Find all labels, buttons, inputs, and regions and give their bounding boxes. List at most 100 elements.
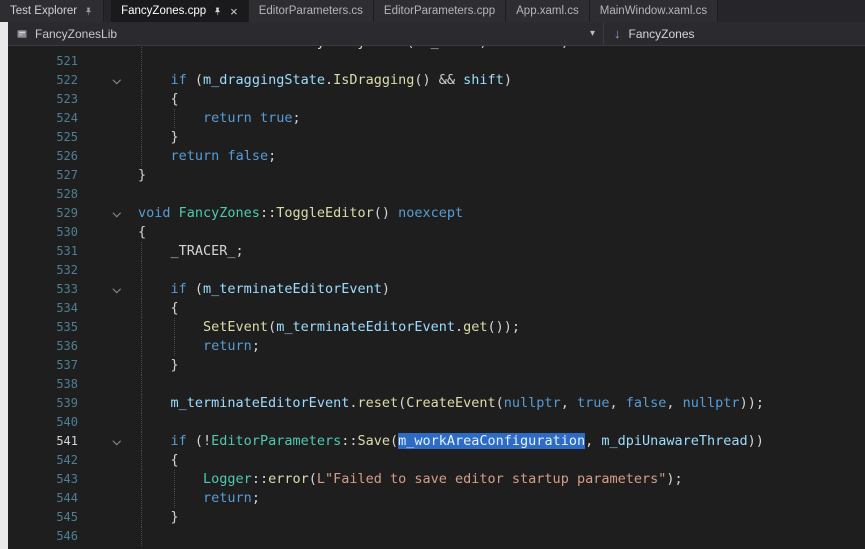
code-text: SetEvent(m_terminateEditorEvent.get()); xyxy=(138,318,865,337)
code-text xyxy=(138,527,865,546)
code-text: { xyxy=(138,223,865,242)
line-number: 530 xyxy=(8,223,88,242)
tab-EditorParameters.cpp[interactable]: EditorParameters.cpp xyxy=(374,0,506,22)
project-name: FancyZonesLib xyxy=(35,27,117,41)
fold-margin xyxy=(88,223,138,242)
indent-guide xyxy=(141,261,142,280)
tab-EditorParameters.cs[interactable]: EditorParameters.cs xyxy=(249,0,374,22)
close-icon[interactable]: × xyxy=(230,5,238,18)
code-line-539: 539 m_terminateEditorEvent.reset(CreateE… xyxy=(8,394,865,413)
indent-guide xyxy=(174,109,175,128)
fold-chevron-icon[interactable] xyxy=(88,432,138,451)
line-number: 524 xyxy=(8,109,88,128)
tool-window-scrollbar[interactable] xyxy=(0,22,8,549)
indent-guide xyxy=(141,527,142,546)
code-line-541: 541 if (!EditorParameters::Save(m_workAr… xyxy=(8,432,865,451)
code-line-525: 525 } xyxy=(8,128,865,147)
code-text xyxy=(138,185,865,204)
code-line-528: 528 xyxy=(8,185,865,204)
line-number: 529 xyxy=(8,204,88,223)
code-line-540: 540 xyxy=(8,413,865,432)
code-line-523: 523 { xyxy=(8,90,865,109)
tab-App.xaml.cs[interactable]: App.xaml.cs xyxy=(506,0,590,22)
code-text: return; xyxy=(138,337,865,356)
line-number: 540 xyxy=(8,413,88,432)
code-line-530: 530 { xyxy=(8,223,865,242)
line-number: 532 xyxy=(8,261,88,280)
code-text xyxy=(138,413,865,432)
tab-label: FancyZones.cpp xyxy=(121,5,206,17)
tab-label: EditorParameters.cs xyxy=(259,5,363,17)
indent-guide xyxy=(174,318,175,337)
indent-guide xyxy=(141,432,142,451)
code-line-537: 537 } xyxy=(8,356,865,375)
fold-chevron-icon[interactable] xyxy=(88,280,138,299)
code-text: } xyxy=(138,166,865,185)
code-text xyxy=(138,261,865,280)
tab-test-explorer[interactable]: Test Explorer xyxy=(0,0,104,22)
code-line-546: 546 xyxy=(8,527,865,546)
fold-margin xyxy=(88,318,138,337)
fold-margin xyxy=(88,147,138,166)
code-line-531: 531 _TRACER_; xyxy=(8,242,865,261)
tab-label: Test Explorer xyxy=(10,5,77,17)
pin-icon[interactable] xyxy=(213,7,222,16)
code-line-536: 536 return; xyxy=(8,337,865,356)
code-text: { xyxy=(138,299,865,318)
code-editor[interactable]: 520 bool shift = GetAsyncKeyState(VK_SHI… xyxy=(8,46,865,549)
code-line-529: 529 void FancyZones::ToggleEditor() noexc… xyxy=(8,204,865,223)
tab-label: EditorParameters.cpp xyxy=(384,5,495,17)
code-text xyxy=(138,52,865,71)
code-text: return true; xyxy=(138,109,865,128)
fold-margin xyxy=(88,261,138,280)
code-line-533: 533 if (m_terminateEditorEvent) xyxy=(8,280,865,299)
code-text: } xyxy=(138,508,865,527)
fold-margin xyxy=(88,242,138,261)
line-number: 525 xyxy=(8,128,88,147)
line-number: 523 xyxy=(8,90,88,109)
line-number: 528 xyxy=(8,185,88,204)
line-number: 535 xyxy=(8,318,88,337)
fold-margin xyxy=(88,299,138,318)
line-number: 545 xyxy=(8,508,88,527)
fold-margin xyxy=(88,128,138,147)
line-number: 543 xyxy=(8,470,88,489)
code-line-522: 522 if (m_draggingState.IsDragging() && … xyxy=(8,71,865,90)
project-dropdown[interactable]: FancyZonesLib ▾ xyxy=(8,22,603,45)
fold-margin xyxy=(88,508,138,527)
fold-margin xyxy=(88,337,138,356)
code-line-524: 524 return true; xyxy=(8,109,865,128)
code-line-526: 526 return false; xyxy=(8,147,865,166)
line-number: 542 xyxy=(8,451,88,470)
tab-FancyZones.cpp[interactable]: FancyZones.cpp × xyxy=(111,0,249,22)
arrow-down-icon: ↓ xyxy=(614,26,621,41)
code-line-535: 535 SetEvent(m_terminateEditorEvent.get(… xyxy=(8,318,865,337)
code-line-542: 542 { xyxy=(8,451,865,470)
tab-MainWindow.xaml.cs[interactable]: MainWindow.xaml.cs xyxy=(590,0,718,22)
fold-margin xyxy=(88,489,138,508)
indent-guide xyxy=(141,318,142,337)
code-line-532: 532 xyxy=(8,261,865,280)
member-dropdown[interactable]: ↓ FancyZones xyxy=(603,22,865,45)
fold-chevron-icon[interactable] xyxy=(88,71,138,90)
code-lines: 520 bool shift = GetAsyncKeyState(VK_SHI… xyxy=(8,46,865,546)
selected-text[interactable]: m_workAreaConfiguration xyxy=(398,433,585,449)
indent-guide xyxy=(174,470,175,489)
indent-guide xyxy=(174,337,175,356)
indent-guide xyxy=(141,337,142,356)
fold-chevron-icon[interactable] xyxy=(88,204,138,223)
code-text: { xyxy=(138,451,865,470)
indent-guide xyxy=(141,71,142,90)
line-number: 544 xyxy=(8,489,88,508)
chevron-down-icon[interactable]: ▾ xyxy=(590,28,595,39)
pin-icon[interactable] xyxy=(84,7,93,16)
code-line-544: 544 return; xyxy=(8,489,865,508)
indent-guide xyxy=(141,375,142,394)
line-number: 538 xyxy=(8,375,88,394)
code-text: void FancyZones::ToggleEditor() noexcept xyxy=(138,204,865,223)
code-text: _TRACER_; xyxy=(138,242,865,261)
fold-margin xyxy=(88,470,138,489)
fold-margin xyxy=(88,394,138,413)
indent-guide xyxy=(141,394,142,413)
indent-guide xyxy=(141,508,142,527)
